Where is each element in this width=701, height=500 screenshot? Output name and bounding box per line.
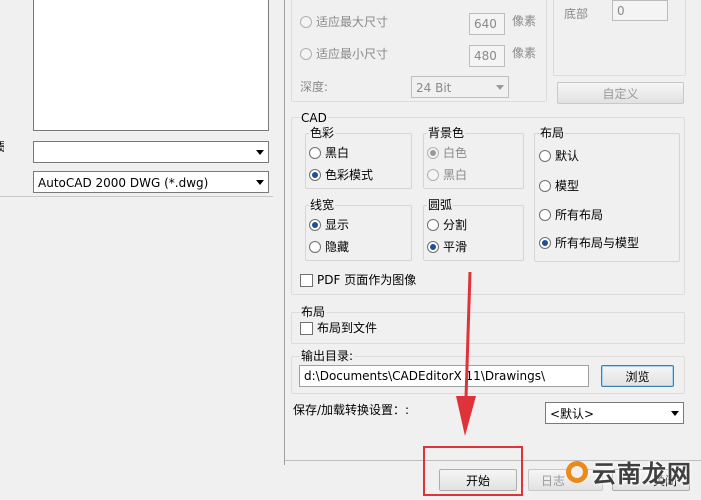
min-size-input[interactable]: 480 [469, 45, 505, 67]
radio-icon [427, 169, 439, 181]
layout-model-radio[interactable]: 模型 [539, 178, 579, 194]
background-bw-radio[interactable]: 黑白 [427, 167, 467, 183]
left-edge-label: 是 [0, 139, 4, 155]
radio-icon [539, 180, 551, 192]
radio-icon [300, 48, 312, 60]
min-size-radio[interactable]: 适应最小尺寸 [300, 46, 388, 62]
output-dir-label: 输出目录: [300, 348, 355, 364]
file-list[interactable] [33, 0, 269, 131]
settings-label: 保存/加载转换设置：: [293, 403, 410, 417]
max-size-radio[interactable]: 适应最大尺寸 [300, 14, 388, 30]
max-size-input[interactable]: 640 [469, 13, 505, 35]
left-empty-select[interactable] [33, 141, 269, 163]
arc-split-radio[interactable]: 分割 [427, 217, 467, 233]
pointer-arrow-icon [456, 271, 476, 436]
arc-group-title: 圆弧 [427, 197, 454, 213]
radio-selected-icon [309, 169, 321, 181]
radio-icon [539, 209, 551, 221]
depth-label: 深度: [300, 80, 329, 94]
pdf-as-image-checkbox[interactable]: PDF 页面作为图像 [300, 272, 416, 288]
checkbox-icon [300, 321, 313, 335]
max-size-unit: 像素 [512, 14, 537, 28]
watermark-mark-icon [566, 460, 588, 483]
bottom-margin-input[interactable]: 0 [612, 0, 668, 21]
background-group-title: 背景色 [427, 125, 466, 141]
radio-icon [427, 219, 439, 231]
watermark-logo: 云南龙网 [566, 454, 692, 489]
color-mode-radio[interactable]: 色彩模式 [309, 167, 373, 183]
bottom-margin-label: 底部 [564, 7, 589, 21]
depth-select-value: 24 Bit [416, 81, 452, 95]
radio-icon [309, 241, 321, 253]
left-divider [0, 196, 273, 197]
arc-smooth-radio[interactable]: 平滑 [427, 239, 467, 255]
chevron-down-icon [251, 172, 268, 192]
custom-button[interactable]: 自定义 [557, 82, 684, 104]
chevron-down-icon [666, 403, 683, 423]
color-group-title: 色彩 [309, 125, 336, 141]
cad-layout-group-title: 布局 [539, 125, 566, 141]
output-dir-input[interactable]: d:\Documents\CADEditorX 11\Drawings\ [299, 365, 589, 387]
settings-select[interactable]: <默认> [545, 402, 684, 424]
lineweight-show-radio[interactable]: 显示 [309, 217, 349, 233]
radio-icon [539, 150, 551, 162]
radio-selected-icon [427, 241, 439, 253]
settings-select-value: <默认> [550, 407, 595, 421]
browse-button[interactable]: 浏览 [601, 365, 674, 387]
radio-selected-icon [539, 237, 551, 249]
lineweight-group-title: 线宽 [309, 197, 336, 213]
layout-all-and-model-radio[interactable]: 所有布局与模型 [539, 235, 639, 251]
layout-default-radio[interactable]: 默认 [539, 148, 579, 164]
format-select[interactable]: AutoCAD 2000 DWG (*.dwg) [33, 171, 269, 193]
chevron-down-icon [251, 142, 268, 162]
layout-section-title: 布局 [300, 304, 327, 320]
depth-select[interactable]: 24 Bit [411, 76, 509, 98]
color-bw-radio[interactable]: 黑白 [309, 145, 349, 161]
radio-selected-icon [427, 147, 439, 159]
cad-title: CAD [300, 110, 328, 126]
background-white-radio[interactable]: 白色 [427, 145, 467, 161]
format-select-value: AutoCAD 2000 DWG (*.dwg) [38, 176, 209, 190]
checkbox-icon [300, 273, 313, 287]
layout-all-radio[interactable]: 所有布局 [539, 207, 603, 223]
chevron-down-icon [491, 77, 508, 97]
lineweight-hide-radio[interactable]: 隐藏 [309, 239, 349, 255]
radio-icon [300, 16, 312, 28]
radio-icon [309, 147, 321, 159]
radio-selected-icon [309, 219, 321, 231]
pane-divider [284, 0, 285, 465]
start-highlight-box [423, 446, 523, 496]
layout-to-file-checkbox[interactable]: 布局到文件 [300, 320, 377, 336]
min-size-unit: 像素 [512, 46, 537, 60]
